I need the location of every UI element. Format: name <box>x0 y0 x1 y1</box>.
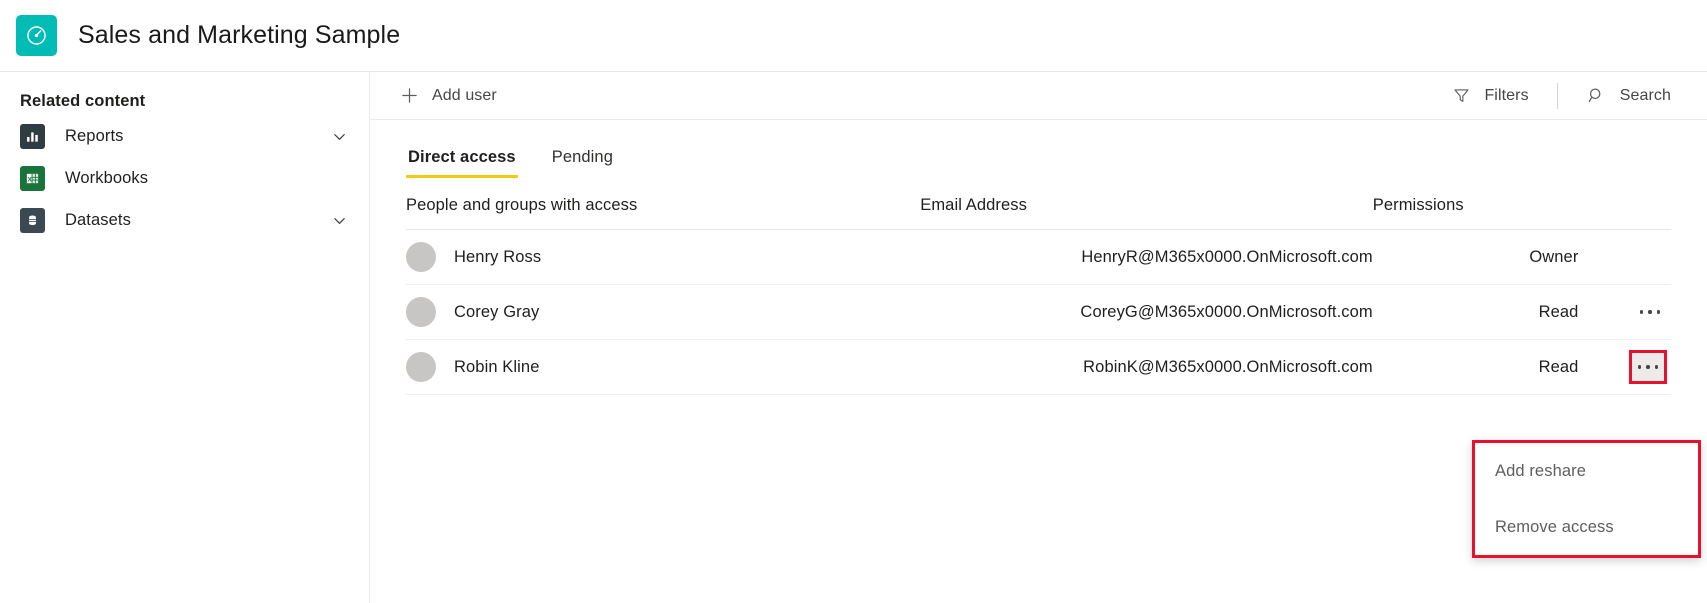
gauge-icon <box>16 15 57 56</box>
person-cell: Robin Kline <box>406 340 920 395</box>
sidebar-item-label: Workbooks <box>65 169 329 188</box>
avatar <box>406 352 436 382</box>
sidebar-item-datasets[interactable]: Datasets <box>0 199 369 241</box>
person-cell: Henry Ross <box>406 230 920 285</box>
email-value: RobinK@M365x0000.OnMicrosoft.com <box>920 340 1373 395</box>
table-row[interactable]: Robin Kline RobinK@M365x0000.OnMicrosoft… <box>406 340 1671 395</box>
share-permissions-window: Sales and Marketing Sample Related conte… <box>0 0 1707 603</box>
permission-value: Read <box>1373 340 1579 395</box>
row-actions <box>1578 285 1671 340</box>
command-toolbar: Add user Filters <box>370 72 1707 120</box>
report-bar-chart-icon <box>20 124 45 149</box>
funnel-icon <box>1450 85 1472 107</box>
svg-text:X: X <box>27 176 32 183</box>
search-button[interactable]: Search <box>1578 79 1679 113</box>
avatar <box>406 297 436 327</box>
row-context-menu: Add reshare Remove access <box>1472 440 1701 558</box>
search-icon <box>1586 85 1608 107</box>
permission-value: Read <box>1373 285 1579 340</box>
sidebar-item-label: Datasets <box>65 211 329 230</box>
more-options-icon-active[interactable] <box>1629 350 1667 384</box>
add-user-button[interactable]: Add user <box>390 79 505 113</box>
tab-pending[interactable]: Pending <box>550 148 615 178</box>
filters-button[interactable]: Filters <box>1442 79 1536 113</box>
filters-label: Filters <box>1484 87 1528 105</box>
search-label: Search <box>1620 87 1671 105</box>
toolbar-divider <box>1557 83 1558 109</box>
body-split: Related content Reports <box>0 72 1707 603</box>
table-row[interactable]: Henry Ross HenryR@M365x0000.OnMicrosoft.… <box>406 230 1671 285</box>
sidebar-title: Related content <box>0 88 369 115</box>
person-name: Henry Ross <box>454 248 541 267</box>
person-name: Corey Gray <box>454 303 539 322</box>
table-header-row: People and groups with access Email Addr… <box>406 192 1671 230</box>
access-table: People and groups with access Email Addr… <box>406 192 1671 395</box>
main-panel: Add user Filters <box>370 72 1707 603</box>
permission-value: Owner <box>1373 230 1579 285</box>
chevron-down-icon[interactable] <box>329 210 349 230</box>
access-tabs: Direct access Pending <box>370 120 1707 178</box>
dataset-database-icon <box>20 208 45 233</box>
more-options-icon[interactable] <box>1633 297 1667 327</box>
column-header-people: People and groups with access <box>406 192 920 230</box>
menu-item-remove-access[interactable]: Remove access <box>1475 499 1698 555</box>
column-header-permissions: Permissions <box>1373 192 1579 230</box>
row-actions <box>1578 230 1671 285</box>
related-content-sidebar: Related content Reports <box>0 72 370 603</box>
column-header-actions <box>1578 192 1671 230</box>
sidebar-item-workbooks[interactable]: X Workbooks <box>0 157 369 199</box>
app-header: Sales and Marketing Sample <box>0 0 1707 72</box>
person-name: Robin Kline <box>454 358 540 377</box>
table-row[interactable]: Corey Gray CoreyG@M365x0000.OnMicrosoft.… <box>406 285 1671 340</box>
sidebar-item-label: Reports <box>65 127 329 146</box>
plus-icon <box>398 85 420 107</box>
excel-workbook-icon: X <box>20 166 45 191</box>
person-cell: Corey Gray <box>406 285 920 340</box>
tab-direct-access[interactable]: Direct access <box>406 148 518 178</box>
row-actions <box>1578 340 1671 395</box>
add-user-label: Add user <box>432 87 497 105</box>
sidebar-item-reports[interactable]: Reports <box>0 115 369 157</box>
page-title: Sales and Marketing Sample <box>78 21 400 50</box>
menu-item-add-reshare[interactable]: Add reshare <box>1475 443 1698 499</box>
chevron-down-icon[interactable] <box>329 126 349 146</box>
column-header-email: Email Address <box>920 192 1373 230</box>
email-value: HenryR@M365x0000.OnMicrosoft.com <box>920 230 1373 285</box>
avatar <box>406 242 436 272</box>
email-value: CoreyG@M365x0000.OnMicrosoft.com <box>920 285 1373 340</box>
